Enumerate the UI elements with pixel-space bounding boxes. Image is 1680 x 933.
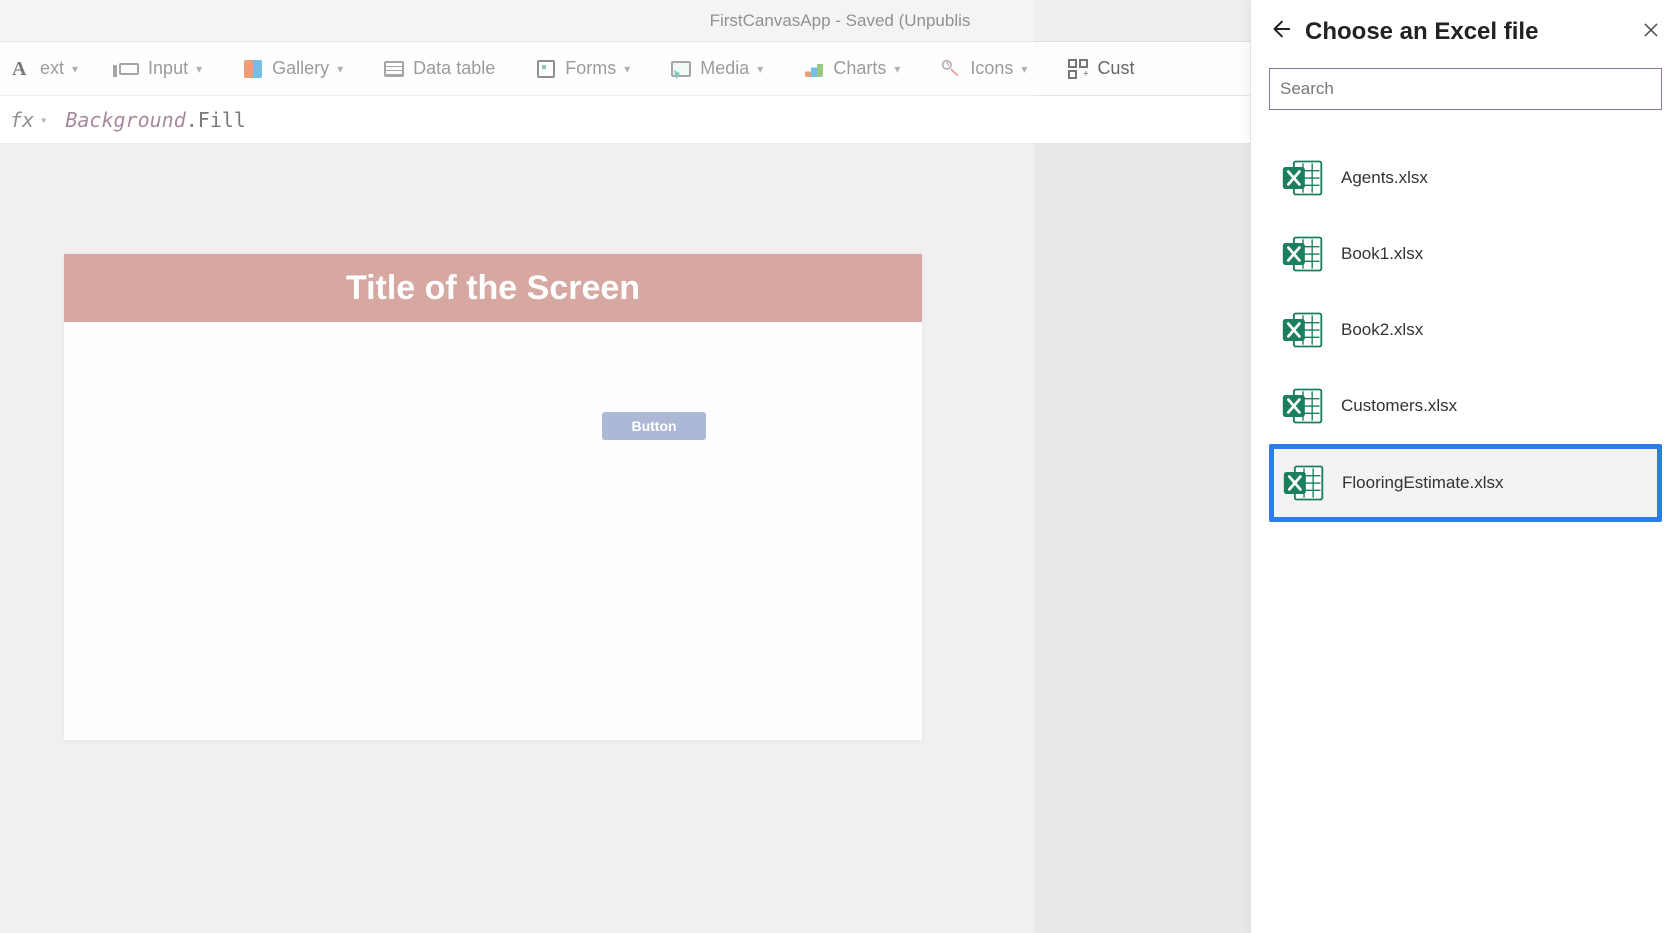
panel-header: Choose an Excel file [1269, 18, 1662, 46]
screen-title-bar[interactable]: Title of the Screen [64, 254, 922, 322]
search-input[interactable] [1269, 68, 1662, 110]
back-button[interactable] [1269, 18, 1291, 46]
charts-icon [803, 58, 825, 80]
forms-icon [535, 58, 557, 80]
close-button[interactable] [1640, 22, 1662, 43]
file-name-label: Book1.xlsx [1341, 244, 1423, 264]
excel-file-panel: Choose an Excel file Agents.xlsx Book1.x… [1250, 0, 1680, 933]
toolbar-media[interactable]: Media ▾ [670, 58, 763, 80]
fx-label: fx [10, 108, 34, 132]
file-name-label: FlooringEstimate.xlsx [1342, 473, 1504, 493]
chevron-down-icon: ▾ [624, 62, 630, 76]
close-icon [1643, 22, 1659, 38]
toolbar-custom[interactable]: + Cust [1067, 58, 1134, 80]
custom-icon: + [1067, 58, 1089, 80]
chevron-down-icon: ▾ [894, 62, 900, 76]
toolbar-gallery-label: Gallery [272, 58, 329, 79]
chevron-down-icon: ▾ [72, 62, 78, 76]
screen-body: Button [64, 322, 922, 740]
canvas-button[interactable]: Button [602, 412, 706, 440]
svg-text:+: + [1083, 69, 1088, 79]
screen-title-text: Title of the Screen [346, 269, 640, 308]
window-title: FirstCanvasApp - Saved (Unpublis [710, 11, 971, 31]
chevron-down-icon[interactable]: ▾ [40, 113, 47, 127]
file-list: Agents.xlsx Book1.xlsx Book2.xlsx Custom… [1269, 140, 1662, 522]
screen-preview[interactable]: Title of the Screen Button [64, 254, 922, 740]
toolbar-forms-label: Forms [565, 58, 616, 79]
excel-file-icon [1281, 156, 1325, 200]
toolbar-custom-label: Cust [1097, 58, 1134, 79]
formula-text[interactable]: Background.Fill [65, 108, 246, 132]
icons-icon [940, 58, 962, 80]
file-item[interactable]: Book2.xlsx [1269, 292, 1662, 368]
toolbar-datatable-label: Data table [413, 58, 495, 79]
arrow-left-icon [1269, 18, 1291, 40]
excel-file-icon [1282, 461, 1326, 505]
panel-title: Choose an Excel file [1305, 18, 1626, 46]
file-item[interactable]: Book1.xlsx [1269, 216, 1662, 292]
toolbar-media-label: Media [700, 58, 749, 79]
file-item[interactable]: Agents.xlsx [1269, 140, 1662, 216]
text-icon: A [10, 58, 32, 80]
file-name-label: Agents.xlsx [1341, 168, 1428, 188]
gallery-icon [242, 58, 264, 80]
toolbar-input[interactable]: Input ▾ [118, 58, 202, 80]
media-icon [670, 58, 692, 80]
canvas-button-label: Button [631, 418, 676, 434]
formula-object: Background [65, 108, 185, 132]
toolbar-charts-label: Charts [833, 58, 886, 79]
file-item[interactable]: Customers.xlsx [1269, 368, 1662, 444]
chevron-down-icon: ▾ [337, 62, 343, 76]
toolbar-text[interactable]: A ext ▾ [10, 58, 78, 80]
excel-file-icon [1281, 384, 1325, 428]
toolbar-datatable[interactable]: Data table [383, 58, 495, 80]
toolbar-icons[interactable]: Icons ▾ [940, 58, 1027, 80]
toolbar-text-label: ext [40, 58, 64, 79]
toolbar-gallery[interactable]: Gallery ▾ [242, 58, 343, 80]
file-item[interactable]: FlooringEstimate.xlsx [1269, 444, 1662, 522]
chevron-down-icon: ▾ [1021, 62, 1027, 76]
chevron-down-icon: ▾ [196, 62, 202, 76]
formula-property: .Fill [186, 108, 246, 132]
file-name-label: Book2.xlsx [1341, 320, 1423, 340]
toolbar-icons-label: Icons [970, 58, 1013, 79]
file-name-label: Customers.xlsx [1341, 396, 1457, 416]
chevron-down-icon: ▾ [757, 62, 763, 76]
toolbar-forms[interactable]: Forms ▾ [535, 58, 630, 80]
excel-file-icon [1281, 308, 1325, 352]
data-table-icon [383, 58, 405, 80]
toolbar-charts[interactable]: Charts ▾ [803, 58, 900, 80]
excel-file-icon [1281, 232, 1325, 276]
input-icon [118, 58, 140, 80]
toolbar-input-label: Input [148, 58, 188, 79]
